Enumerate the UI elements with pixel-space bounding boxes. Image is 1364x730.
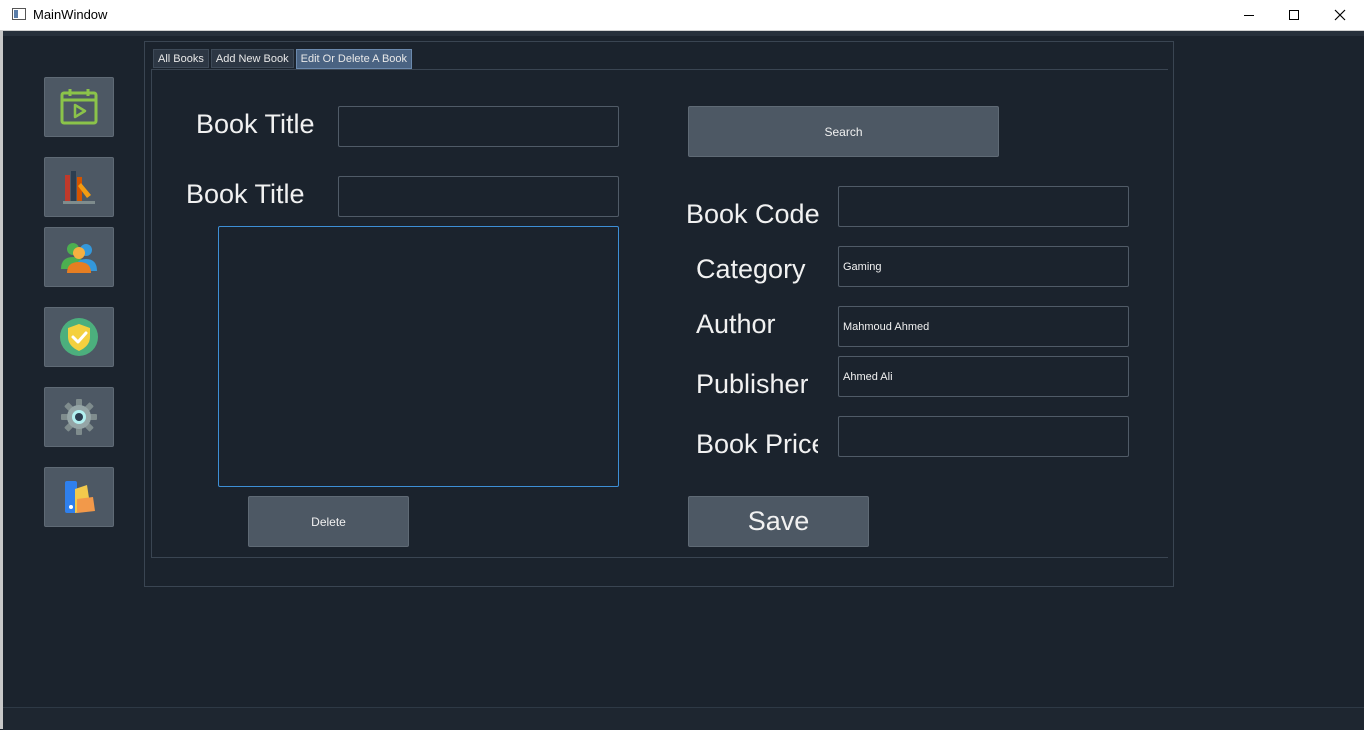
tab-add-new-book[interactable]: Add New Book [210, 49, 294, 68]
users-icon [61, 243, 97, 273]
maximize-icon [1289, 10, 1299, 20]
search-title-label: Book Title [196, 109, 315, 139]
search-title-input[interactable] [338, 106, 619, 147]
category-label: Category [696, 254, 806, 284]
tab-all-books[interactable]: All Books [153, 49, 209, 68]
color-palette-icon [65, 481, 95, 513]
status-bar [3, 707, 1364, 730]
close-icon [1334, 9, 1346, 21]
sidebar-button-users[interactable] [44, 227, 114, 287]
sidebar-button-settings[interactable] [44, 387, 114, 447]
book-price-label: Book Price [696, 429, 818, 459]
book-code-input[interactable] [838, 186, 1129, 227]
delete-button[interactable]: Delete [248, 496, 409, 547]
book-title-input[interactable] [338, 176, 619, 217]
book-title-label: Book Title [186, 179, 305, 209]
publisher-label: Publisher [696, 369, 808, 399]
book-description-textarea[interactable] [218, 226, 619, 487]
calendar-play-icon [60, 89, 98, 125]
book-code-label: Book Code [686, 199, 820, 229]
window-title: MainWindow [33, 7, 108, 22]
close-button[interactable] [1317, 0, 1363, 30]
app-icon [12, 8, 26, 20]
sidebar-button-books[interactable] [44, 157, 114, 217]
sidebar-button-security[interactable] [44, 307, 114, 367]
sidebar-button-day-operations[interactable] [44, 77, 114, 137]
sidebar-button-themes[interactable] [44, 467, 114, 527]
book-price-input[interactable] [838, 416, 1129, 457]
author-label: Author [696, 309, 776, 339]
tab-edit-or-delete-book[interactable]: Edit Or Delete A Book [295, 49, 413, 69]
author-input[interactable]: Mahmoud Ahmed [838, 306, 1129, 347]
menu-strip [3, 31, 1364, 36]
shield-check-icon [60, 318, 98, 356]
publisher-input[interactable]: Ahmed Ali [838, 356, 1129, 397]
tab-bar: All Books Add New Book Edit Or Delete A … [153, 49, 413, 69]
window-titlebar: MainWindow [0, 0, 1364, 31]
minimize-button[interactable] [1226, 0, 1272, 30]
category-input[interactable]: Gaming [838, 246, 1129, 287]
books-icon [63, 171, 95, 204]
maximize-button[interactable] [1271, 0, 1317, 30]
save-button[interactable]: Save [688, 496, 869, 547]
gear-icon [61, 399, 97, 435]
search-button[interactable]: Search [688, 106, 999, 157]
minimize-icon [1244, 14, 1254, 16]
